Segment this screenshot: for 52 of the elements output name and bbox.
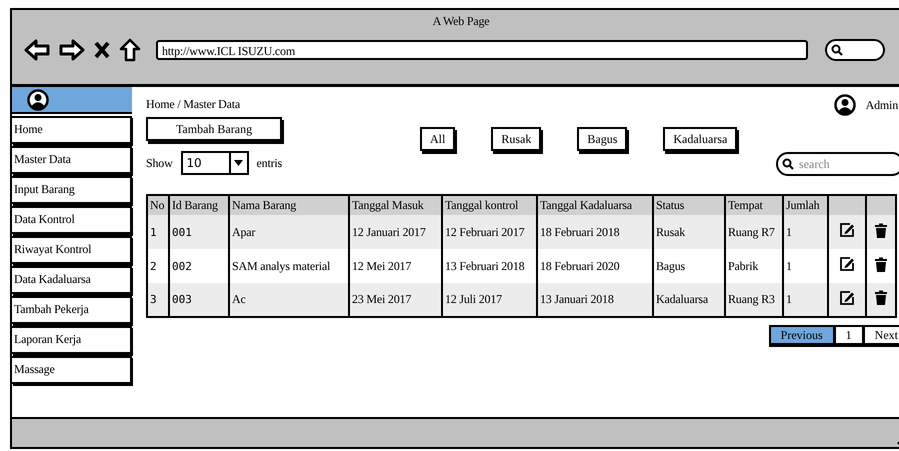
sidebar-item[interactable]: Data Kontrol xyxy=(12,206,132,234)
table-cell: Rusak xyxy=(653,215,725,249)
column-header: Tanggal Kadaluarsa xyxy=(537,195,653,215)
filter-button[interactable]: Bagus xyxy=(577,127,628,151)
sidebar-item[interactable]: Data Kadaluarsa xyxy=(12,266,132,294)
filter-button[interactable]: All xyxy=(420,127,456,151)
sidebar-item[interactable]: Home xyxy=(12,116,132,144)
table-cell: 3 xyxy=(147,283,169,317)
user-name: Admin xyxy=(866,98,898,112)
table-cell: 12 Juli 2017 xyxy=(442,283,537,317)
table-cell: Kadaluarsa xyxy=(653,283,725,317)
table-cell: 1 xyxy=(783,215,828,249)
window-title: A Web Page xyxy=(432,13,490,30)
sidebar-item[interactable]: Riwayat Kontrol xyxy=(12,236,132,264)
table-cell: Apar xyxy=(229,215,349,249)
table-cell: 001 xyxy=(169,215,229,249)
pagination-button[interactable]: Next xyxy=(864,325,899,345)
sidebar-item[interactable]: Input Barang xyxy=(12,176,132,204)
filter-button[interactable]: Rusak xyxy=(491,127,542,151)
table-cell: Ruang R7 xyxy=(725,215,783,249)
table-cell: Ac xyxy=(229,283,349,317)
table-cell: 12 Januari 2017 xyxy=(349,215,442,249)
pagination-button[interactable]: Previous xyxy=(768,325,835,345)
entries-label: entris xyxy=(256,156,282,170)
sidebar-item[interactable]: Laporan Kerja xyxy=(12,326,132,354)
sidebar-item[interactable]: Tambah Pekerja xyxy=(12,296,132,324)
table-cell: 18 Februari 2018 xyxy=(537,215,653,249)
table-cell: 1 xyxy=(783,283,828,317)
filter-button[interactable]: Kadaluarsa xyxy=(663,127,738,151)
sidebar-item[interactable]: Massage xyxy=(12,356,132,384)
add-item-button[interactable]: Tambah Barang xyxy=(146,117,282,141)
column-header: No xyxy=(147,195,169,215)
table-cell: 1 xyxy=(147,215,169,249)
pagination-button[interactable]: 1 xyxy=(834,325,864,345)
column-header: Tanggal Masuk xyxy=(349,195,442,215)
table-cell: 23 Mei 2017 xyxy=(349,283,442,317)
address-field[interactable]: http://www.ICL ISUZU.com xyxy=(156,40,808,60)
column-header: Status xyxy=(653,195,725,215)
sidebar-item[interactable]: Master Data xyxy=(12,146,132,174)
show-label: Show xyxy=(146,156,173,170)
breadcrumb: Home / Master Data xyxy=(146,97,240,112)
table-cell: 003 xyxy=(169,283,229,317)
column-header: Nama Barang xyxy=(229,195,349,215)
column-header: Id Barang xyxy=(169,195,229,215)
column-header: Tanggal kontrol xyxy=(442,195,537,215)
table-cell: 12 Februari 2017 xyxy=(442,215,537,249)
page-size-dropdown[interactable]: 10 xyxy=(180,151,249,175)
search-field[interactable]: search xyxy=(776,152,899,176)
table-cell: Ruang R3 xyxy=(725,283,783,317)
column-header: Jumlah xyxy=(783,195,828,215)
column-header: Tempat xyxy=(725,195,783,215)
table-cell: 13 Januari 2018 xyxy=(537,283,653,317)
